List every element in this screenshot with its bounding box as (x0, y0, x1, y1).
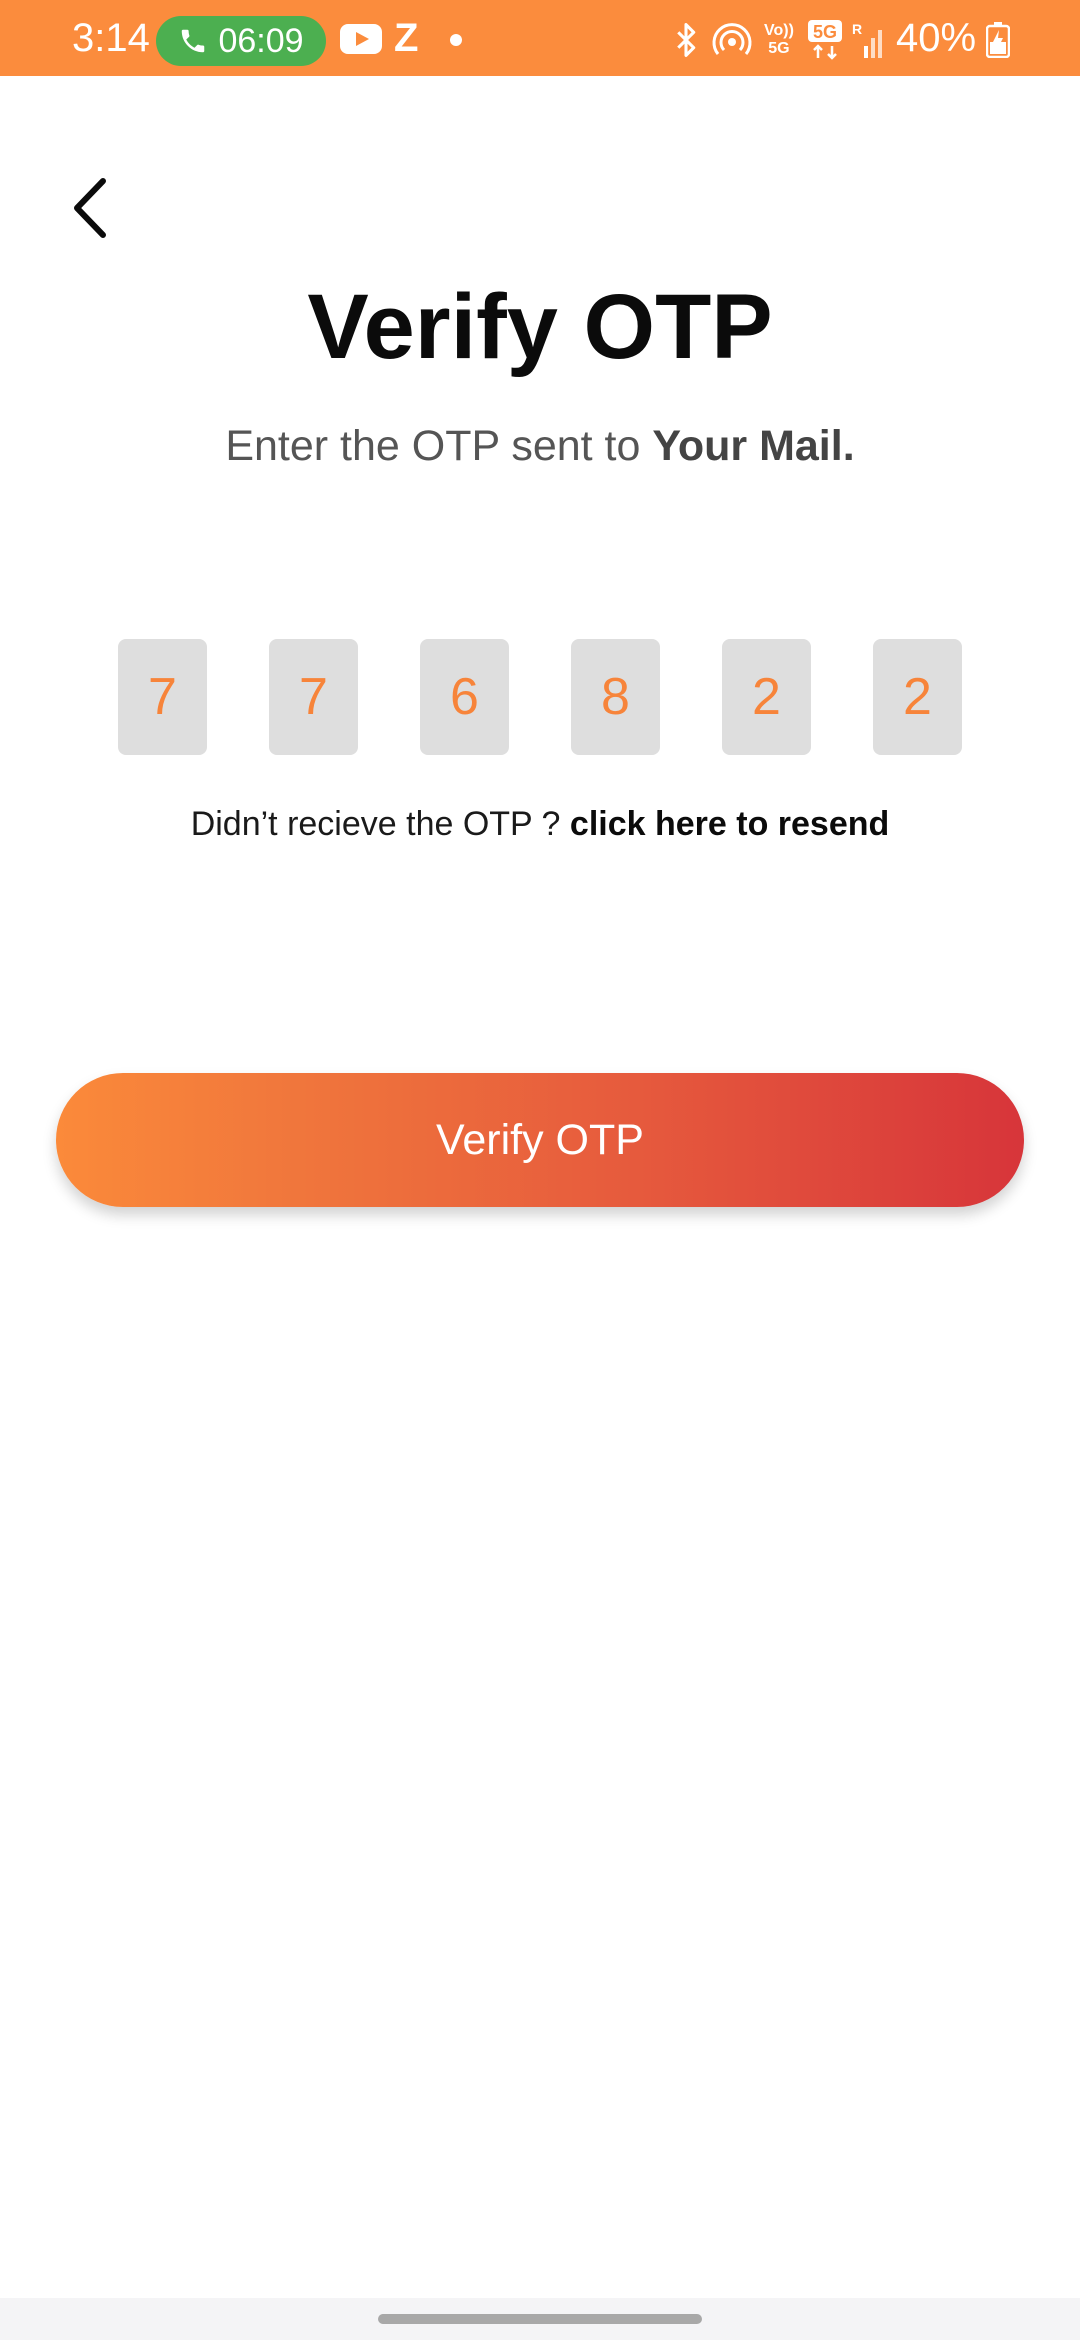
home-indicator[interactable] (378, 2314, 702, 2324)
bluetooth-icon (677, 23, 696, 57)
volte-label-bottom: 5G (768, 40, 790, 57)
status-time: 3:14 (72, 16, 150, 60)
back-button[interactable] (60, 170, 120, 246)
more-notifications-dot-icon (450, 34, 462, 46)
chevron-left-icon (74, 178, 106, 238)
battery-charging-icon (986, 22, 1010, 58)
system-navigation-bar (0, 2298, 1080, 2340)
signal-strength-icon: R (852, 21, 882, 58)
page-title: Verify OTP (307, 276, 773, 378)
otp-digit-input[interactable]: 2 (873, 639, 962, 755)
resend-row: Didn’t recieve the OTP ? click here to r… (0, 800, 1080, 848)
svg-text:5G: 5G (813, 22, 837, 42)
otp-instruction-prefix: Enter the OTP sent to (225, 422, 653, 470)
otp-digit-input[interactable]: 7 (269, 639, 358, 755)
volte-icon: Vo)) 5G (764, 22, 794, 58)
otp-instruction: Enter the OTP sent to Your Mail. (0, 418, 1080, 474)
notification-z-icon: Z (394, 16, 419, 60)
svg-text:R: R (852, 21, 862, 37)
battery-percentage: 40% (896, 16, 977, 60)
5g-data-icon: 5G (808, 20, 842, 60)
verify-otp-button[interactable]: Verify OTP (56, 1073, 1024, 1207)
status-bar: 3:14 06:09 Z Vo)) 5G 5G R 40% (0, 0, 1080, 76)
resend-prompt: Didn’t recieve the OTP ? (190, 805, 570, 843)
otp-digit-input[interactable]: 8 (571, 639, 660, 755)
otp-digit-input[interactable]: 6 (420, 639, 509, 755)
otp-destination: Your Mail. (652, 422, 855, 470)
otp-digit-input[interactable]: 2 (722, 639, 811, 755)
call-timer: 06:09 (218, 21, 304, 60)
otp-digit-input[interactable]: 7 (118, 639, 207, 755)
ongoing-call-pill[interactable]: 06:09 (156, 16, 326, 66)
hotspot-icon (712, 23, 752, 55)
phone-icon (182, 29, 205, 53)
volte-label-top: Vo)) (764, 22, 794, 39)
resend-otp-link[interactable]: click here to resend (570, 805, 889, 843)
youtube-icon (340, 24, 382, 54)
verify-otp-screen: 3:14 06:09 Z Vo)) 5G 5G R 40% Verify OTP… (0, 0, 1080, 2340)
